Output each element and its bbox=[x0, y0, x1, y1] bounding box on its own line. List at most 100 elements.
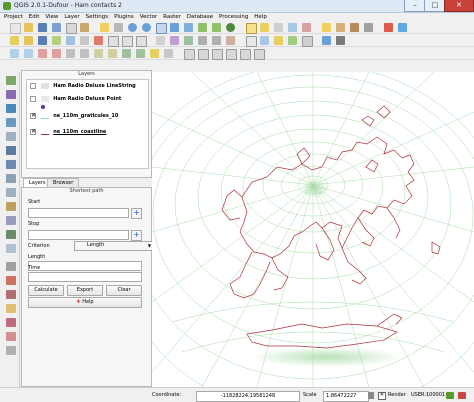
add-mssql-layer-icon[interactable] bbox=[6, 132, 16, 141]
messages-icon[interactable] bbox=[458, 392, 466, 399]
layer-item[interactable]: ✕ ne_110m_graticules_10 bbox=[30, 112, 118, 121]
add-wms-layer-icon[interactable] bbox=[6, 160, 16, 169]
zoom-last-icon[interactable] bbox=[198, 23, 207, 32]
layer-order-icon[interactable] bbox=[184, 49, 195, 60]
layer-style-icon[interactable] bbox=[198, 49, 209, 60]
map-canvas[interactable] bbox=[114, 63, 474, 402]
add-feature-icon[interactable] bbox=[52, 36, 61, 45]
select-features-icon[interactable] bbox=[260, 23, 269, 32]
label-change-icon[interactable] bbox=[226, 36, 235, 45]
new-bookmark-icon[interactable] bbox=[336, 23, 345, 32]
offset-curve-icon[interactable] bbox=[80, 49, 89, 58]
digitize-icon[interactable] bbox=[6, 304, 16, 313]
menu-edit[interactable]: Edit bbox=[29, 13, 40, 22]
zoom-in-icon[interactable] bbox=[128, 23, 137, 32]
move-feature-icon[interactable] bbox=[66, 36, 75, 45]
menu-help[interactable]: Help bbox=[254, 13, 267, 22]
add-oracle-layer-icon[interactable] bbox=[6, 146, 16, 155]
paste-features-icon[interactable] bbox=[136, 36, 147, 47]
vector-overlay-icon[interactable] bbox=[6, 318, 16, 327]
scale-lock-icon[interactable] bbox=[368, 392, 374, 399]
toggle-editing-icon[interactable] bbox=[24, 36, 33, 45]
layer-item[interactable]: Ham Radio Deluxe Point bbox=[30, 95, 121, 104]
length-field[interactable] bbox=[28, 261, 142, 271]
pick-start-button[interactable]: + bbox=[131, 208, 142, 219]
menu-vector[interactable]: Vector bbox=[140, 13, 158, 22]
menu-raster[interactable]: Raster bbox=[163, 13, 181, 22]
render-checkbox[interactable]: ✕ bbox=[378, 392, 386, 400]
layer-visibility-checkbox[interactable]: ✕ bbox=[30, 112, 36, 119]
menu-layer[interactable]: Layer bbox=[64, 13, 79, 22]
add-raster-layer-icon[interactable] bbox=[6, 90, 16, 99]
layer-visibility-checkbox[interactable] bbox=[30, 95, 36, 102]
python-console-icon[interactable] bbox=[246, 36, 257, 47]
copy-features-icon[interactable] bbox=[122, 36, 133, 47]
save-layer-edits-icon[interactable] bbox=[38, 36, 47, 45]
new-shapefile-icon[interactable] bbox=[6, 216, 16, 225]
add-wcs-layer-icon[interactable] bbox=[6, 174, 16, 183]
remove-layer-icon[interactable] bbox=[6, 262, 16, 271]
pan-to-selection-icon[interactable] bbox=[114, 23, 123, 32]
open-attribute-table-icon[interactable] bbox=[288, 23, 297, 32]
scale-field[interactable]: 1:86472227 bbox=[323, 391, 369, 402]
gps-icon[interactable] bbox=[274, 36, 283, 45]
menu-database[interactable]: Database bbox=[187, 13, 213, 22]
georeferencer-icon[interactable] bbox=[260, 36, 269, 45]
projection-icon[interactable] bbox=[446, 392, 454, 399]
open-project-icon[interactable] bbox=[24, 23, 33, 32]
delete-part-icon[interactable] bbox=[52, 49, 61, 58]
minimize-button[interactable]: – bbox=[404, 0, 426, 12]
layer-visibility-checkbox[interactable] bbox=[30, 82, 36, 89]
add-vector-layer-icon[interactable] bbox=[6, 76, 16, 85]
new-spatialite-icon[interactable] bbox=[6, 230, 16, 239]
add-postgis-layer-icon[interactable] bbox=[6, 104, 16, 113]
start-point-field[interactable] bbox=[28, 208, 129, 218]
add-ring-icon[interactable] bbox=[10, 49, 19, 58]
road-graph-icon[interactable] bbox=[336, 36, 345, 45]
add-delimited-text-icon[interactable] bbox=[6, 202, 16, 211]
gpx-icon[interactable] bbox=[6, 276, 16, 285]
menu-plugins[interactable]: Plugins bbox=[114, 13, 134, 22]
split-parts-icon[interactable] bbox=[108, 49, 117, 58]
composer-manager-icon[interactable] bbox=[80, 23, 89, 32]
save-as-icon[interactable] bbox=[52, 23, 61, 32]
print-composer-icon[interactable] bbox=[66, 23, 77, 34]
layer-query-icon[interactable] bbox=[254, 49, 265, 60]
text-annotation-icon[interactable] bbox=[364, 23, 373, 32]
layer-extent-icon[interactable] bbox=[226, 49, 237, 60]
pan-map-icon[interactable] bbox=[100, 23, 109, 32]
zoom-out-icon[interactable] bbox=[142, 23, 151, 32]
layer-properties-icon[interactable] bbox=[212, 49, 223, 60]
new-project-icon[interactable] bbox=[10, 23, 21, 34]
help-contents-icon[interactable] bbox=[384, 23, 393, 32]
deselect-icon[interactable] bbox=[274, 23, 283, 32]
clear-button[interactable]: Clear bbox=[106, 285, 142, 296]
reshape-icon[interactable] bbox=[66, 49, 75, 58]
menu-settings[interactable]: Settings bbox=[86, 13, 109, 22]
node-tool-icon[interactable] bbox=[80, 36, 89, 45]
add-spatialite-layer-icon[interactable] bbox=[6, 118, 16, 127]
label-move-icon[interactable] bbox=[198, 36, 207, 45]
plugin-dropdown-icon[interactable] bbox=[302, 36, 313, 47]
layer-visibility-checkbox[interactable]: ✕ bbox=[30, 128, 36, 135]
refresh-icon[interactable] bbox=[226, 23, 235, 32]
add-part-icon[interactable] bbox=[24, 49, 33, 58]
measure-line-icon[interactable] bbox=[302, 23, 311, 32]
zoom-selection-icon[interactable] bbox=[170, 23, 179, 32]
help-button[interactable]: ✚ Help bbox=[28, 297, 142, 308]
layer-tools-icon[interactable] bbox=[240, 49, 251, 60]
maximize-button[interactable]: □ bbox=[424, 0, 446, 12]
label-rotate-icon[interactable] bbox=[212, 36, 221, 45]
rotate-point-icon[interactable] bbox=[150, 49, 159, 58]
show-bookmarks-icon[interactable] bbox=[350, 23, 359, 32]
spatial-query-icon[interactable] bbox=[322, 36, 331, 45]
criterion-select[interactable]: Length ▼ bbox=[74, 241, 154, 251]
zoom-full-icon[interactable] bbox=[156, 23, 167, 34]
map-tips-icon[interactable] bbox=[322, 23, 331, 32]
label-pin-icon[interactable] bbox=[170, 36, 179, 45]
current-edits-icon[interactable] bbox=[10, 36, 19, 45]
stop-point-field[interactable] bbox=[28, 230, 129, 240]
add-wfs-layer-icon[interactable] bbox=[6, 188, 16, 197]
cut-features-icon[interactable] bbox=[108, 36, 119, 47]
delete-ring-icon[interactable] bbox=[38, 49, 47, 58]
